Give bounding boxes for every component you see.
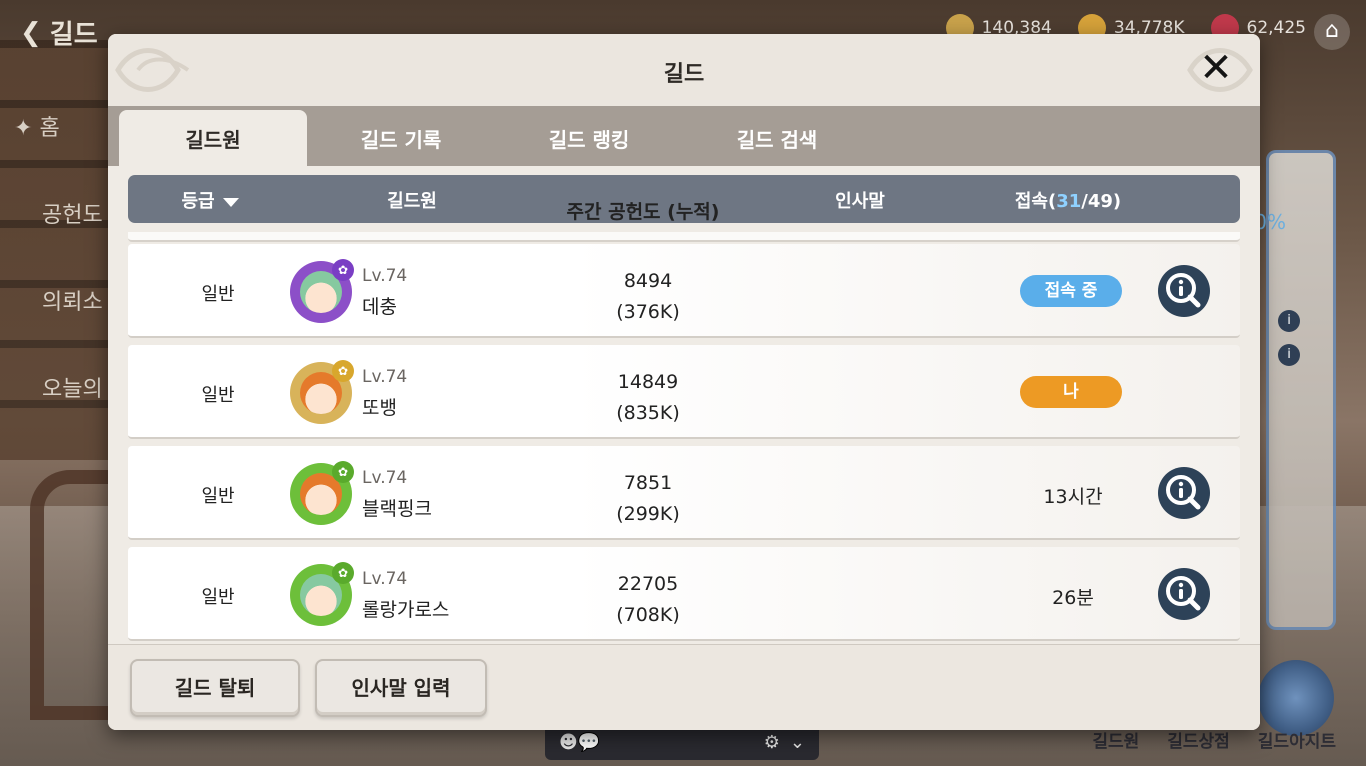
avatar[interactable]: ✿ — [290, 562, 354, 626]
class-badge-icon: ✿ — [332, 259, 354, 281]
member-contribution: 22705 (708K) — [548, 569, 748, 631]
chevron-down-icon[interactable]: ⌄ — [790, 732, 805, 753]
inspect-member-button[interactable] — [1158, 467, 1210, 519]
tab-bar: 길드원 길드 기록 길드 랭킹 길드 검색 — [108, 106, 1260, 166]
weekly-contribution: 14849 — [617, 371, 679, 393]
avatar[interactable]: ✿ — [290, 461, 354, 525]
table-row[interactable]: 일반 ✿ Lv.74 블랙핑크 7851 (299K) 13시간 — [128, 446, 1240, 540]
class-badge-icon: ✿ — [332, 562, 354, 584]
modal-footer: 길드 탈퇴 인사말 입력 — [108, 644, 1260, 730]
member-rank: 일반 — [201, 284, 235, 305]
last-seen-text: 26분 — [1052, 587, 1094, 609]
class-badge-icon: ✿ — [332, 461, 354, 483]
magnifier-info-icon — [1166, 576, 1201, 611]
online-count: 31 — [1056, 191, 1082, 212]
magnifier-info-icon — [1166, 273, 1201, 308]
inspect-member-button[interactable] — [1158, 568, 1210, 620]
header-contribution: 주간 공헌도 (누적) — [566, 201, 720, 223]
member-name: 데충 — [362, 296, 397, 318]
member-level: Lv.74 — [362, 266, 408, 286]
member-level: Lv.74 — [362, 468, 408, 488]
total-contribution: (376K) — [616, 301, 680, 323]
member-name: 롤랑가로스 — [362, 599, 450, 621]
member-contribution: 7851 (299K) — [548, 468, 748, 530]
total-contribution: (835K) — [616, 402, 680, 424]
tab-guild-members[interactable]: 길드원 — [119, 110, 307, 166]
avatar[interactable]: ✿ — [290, 360, 354, 424]
menu-item-home[interactable]: ✦ 홈 — [14, 110, 103, 142]
side-info-icons: i i — [1278, 310, 1300, 366]
tab-guild-ranking[interactable]: 길드 랭킹 — [495, 110, 683, 166]
header-member: 길드원 — [387, 191, 437, 212]
member-rank: 일반 — [201, 385, 235, 406]
member-list[interactable]: 일반 ✿ Lv.74 데충 8494 (376K) 접속 중 일반 ✿ Lv.74 또뱅 14849(… — [128, 232, 1240, 644]
last-seen-text: 13시간 — [1043, 486, 1103, 508]
info-icon[interactable]: i — [1278, 310, 1300, 332]
members-panel: 등급 길드원 주간 공헌도 (누적) 인사말 접속(31/49) 일반 ✿ Lv.7… — [108, 166, 1260, 644]
close-button[interactable]: ✕ — [1194, 48, 1238, 92]
member-rank: 일반 — [201, 486, 235, 507]
home-icon[interactable]: ⌂ — [1314, 14, 1350, 50]
menu-item-requests[interactable]: 의뢰소 — [14, 284, 103, 316]
header-rank[interactable]: 등급 — [158, 187, 262, 213]
table-row-partial — [128, 232, 1240, 242]
member-level: Lv.74 — [362, 569, 408, 589]
top-navigation: ❮ 길드 — [20, 14, 98, 51]
member-rank: 일반 — [201, 587, 235, 608]
table-row[interactable]: 일반 ✿ Lv.74 또뱅 14849 (835K) 나 — [128, 345, 1240, 439]
menu-item-today[interactable]: 오늘의 — [14, 371, 103, 403]
member-contribution: 14849 (835K) — [548, 367, 748, 429]
weekly-contribution: 8494 — [623, 270, 673, 292]
table-header: 등급 길드원 주간 공헌도 (누적) 인사말 접속(31/49) — [128, 175, 1240, 223]
info-icon[interactable]: i — [1278, 344, 1300, 366]
bottom-dock: 길드원 길드상점 길드아지트 — [1092, 727, 1336, 752]
header-greeting: 인사말 — [835, 191, 885, 212]
left-menu: ✦ 홈 공헌도 의뢰소 오늘의 — [14, 110, 103, 458]
weekly-contribution: 7851 — [623, 472, 673, 494]
nav-title: 길드 — [49, 20, 98, 50]
dock-guild-shop[interactable]: 길드상점 — [1167, 727, 1230, 752]
member-contribution: 8494 (376K) — [548, 266, 748, 328]
modal-header: 길드 ✕ — [108, 34, 1260, 106]
magnifier-info-icon — [1166, 475, 1201, 510]
back-arrow-icon[interactable]: ❮ — [20, 18, 42, 48]
gear-icon[interactable]: ⚙ — [764, 732, 780, 753]
guild-emblem-icon[interactable] — [1258, 660, 1334, 736]
member-name: 또뱅 — [362, 397, 397, 419]
menu-item-contribution[interactable]: 공헌도 — [14, 197, 103, 229]
dock-guild-hideout[interactable]: 길드아지트 — [1258, 727, 1336, 752]
dock-guild-members[interactable]: 길드원 — [1092, 727, 1139, 752]
table-row[interactable]: 일반 ✿ Lv.74 롤랑가로스 22705 (708K) 26분 — [128, 547, 1240, 641]
avatar[interactable]: ✿ — [290, 259, 354, 323]
emoji-icon[interactable]: ☻ — [559, 732, 578, 753]
member-level: Lv.74 — [362, 367, 408, 387]
chat-icon[interactable]: 💬 — [578, 732, 600, 753]
sort-caret-icon[interactable] — [222, 197, 239, 207]
leave-guild-button[interactable]: 길드 탈퇴 — [130, 659, 300, 717]
member-name: 블랙핑크 — [362, 498, 432, 520]
class-badge-icon: ✿ — [332, 360, 354, 382]
table-row[interactable]: 일반 ✿ Lv.74 데충 8494 (376K) 접속 중 — [128, 244, 1240, 338]
tab-guild-log[interactable]: 길드 기록 — [307, 110, 495, 166]
enter-greeting-button[interactable]: 인사말 입력 — [315, 659, 487, 717]
status-badge: 나 — [1020, 376, 1122, 408]
modal-title: 길드 — [663, 62, 705, 87]
tab-guild-search[interactable]: 길드 검색 — [683, 110, 871, 166]
status-badge: 접속 중 — [1020, 275, 1122, 307]
weekly-contribution: 22705 — [617, 573, 679, 595]
guild-modal: 길드 ✕ 길드원 길드 기록 길드 랭킹 길드 검색 등급 길드원 주간 공헌도… — [108, 34, 1260, 730]
inspect-member-button[interactable] — [1158, 265, 1210, 317]
header-connection: 접속(31/49) — [1014, 191, 1122, 212]
total-contribution: (299K) — [616, 503, 680, 525]
total-contribution: (708K) — [616, 604, 680, 626]
